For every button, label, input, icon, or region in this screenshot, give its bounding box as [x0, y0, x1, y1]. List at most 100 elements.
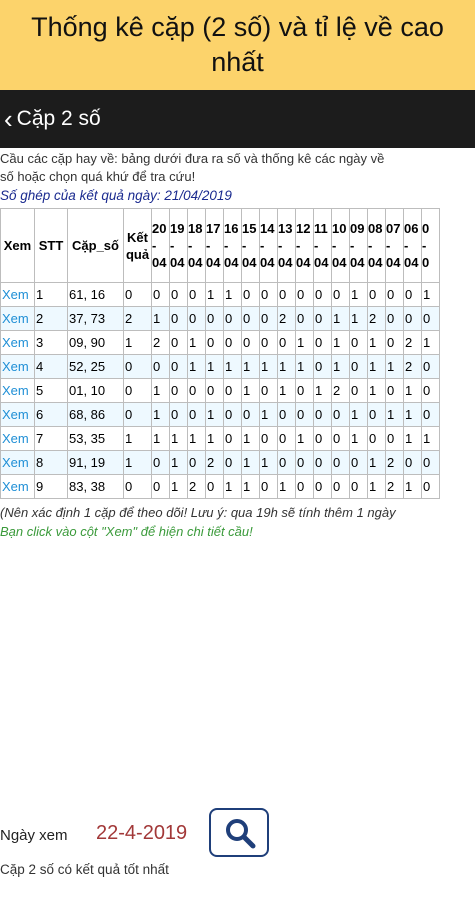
- count-cell: 0: [385, 330, 404, 355]
- count-cell: 0: [385, 426, 404, 451]
- count-cell: 0: [313, 474, 332, 499]
- xem-link[interactable]: Xem: [2, 287, 29, 302]
- xem-link[interactable]: Xem: [2, 479, 29, 494]
- result-cell: 0: [123, 378, 152, 403]
- count-cell: 0: [295, 474, 314, 499]
- count-cell: 1: [169, 450, 188, 475]
- header-date-day: 07: [386, 221, 401, 236]
- count-cell: 1: [349, 306, 368, 331]
- count-cell: 0: [295, 282, 314, 307]
- header-date-mon: 04: [296, 255, 311, 270]
- header-date: 19 - 04: [169, 208, 188, 283]
- count-cell: 1: [367, 330, 386, 355]
- count-cell: 0: [187, 450, 206, 475]
- count-cell: 0: [349, 474, 368, 499]
- count-cell: 1: [169, 474, 188, 499]
- count-cell: 0: [187, 282, 206, 307]
- count-cell: 1: [295, 330, 314, 355]
- count-cell: 0: [421, 402, 440, 427]
- xem-cell: Xem: [0, 330, 35, 355]
- search-button[interactable]: [209, 808, 269, 857]
- count-cell: 0: [403, 306, 422, 331]
- xem-cell: Xem: [0, 474, 35, 499]
- count-cell: 0: [313, 330, 332, 355]
- header-date: 16 - 04: [223, 208, 242, 283]
- header-date: 06 - 04: [403, 208, 422, 283]
- header-date-mon: 04: [314, 255, 329, 270]
- count-cell: 1: [277, 354, 296, 379]
- xem-cell: Xem: [0, 402, 35, 427]
- xem-link[interactable]: Xem: [2, 407, 29, 422]
- count-cell: 1: [385, 402, 404, 427]
- stt-cell: 6: [34, 402, 68, 427]
- count-cell: 1: [241, 378, 260, 403]
- count-cell: 0: [151, 282, 170, 307]
- pair-cell: 83, 38: [67, 474, 124, 499]
- header-date-mon: 04: [242, 255, 257, 270]
- header-date: 10 - 04: [331, 208, 350, 283]
- count-cell: 0: [313, 450, 332, 475]
- header-date: 17 - 04: [205, 208, 224, 283]
- count-cell: 0: [385, 378, 404, 403]
- count-cell: 1: [295, 354, 314, 379]
- count-cell: 0: [259, 330, 278, 355]
- count-cell: 1: [403, 378, 422, 403]
- table-row: Xem 2 37, 73 2 1 0 0 0 0 0 0 2 0 0 1 1 2 0 0 0: [0, 306, 440, 331]
- xem-link[interactable]: Xem: [2, 311, 29, 326]
- header-date-day: 20: [152, 221, 167, 236]
- header-date-day: 08: [368, 221, 383, 236]
- count-cell: 0: [295, 402, 314, 427]
- header-date-mon: 04: [188, 255, 203, 270]
- count-cell: 1: [349, 282, 368, 307]
- pair-stats-table: Xem STT Cặp_số Kết quả 20-04 19-04 18-04 17…: [0, 208, 440, 499]
- header-date-day: 15: [242, 221, 257, 236]
- header-date-sep: -: [368, 238, 373, 253]
- stt-cell: 2: [34, 306, 68, 331]
- header-date-mon: 04: [386, 255, 401, 270]
- count-cell: 0: [205, 306, 224, 331]
- count-cell: 0: [205, 378, 224, 403]
- header-date: 13 - 04: [277, 208, 296, 283]
- count-cell: 2: [403, 354, 422, 379]
- count-cell: 1: [187, 330, 206, 355]
- count-cell: 1: [277, 378, 296, 403]
- header-date-day: 10: [332, 221, 347, 236]
- xem-link[interactable]: Xem: [2, 335, 29, 350]
- xem-link[interactable]: Xem: [2, 431, 29, 446]
- xem-link[interactable]: Xem: [2, 455, 29, 470]
- count-cell: 1: [223, 474, 242, 499]
- table-row: Xem 4 52, 25 0 0 0 1 1 1 1 1 1 1 0 1 0 1 1 2 0: [0, 354, 440, 379]
- page-title: Thống kê cặp (2 số) và tỉ lệ về cao nhất: [31, 12, 444, 77]
- count-cell: 0: [277, 450, 296, 475]
- count-cell: 1: [223, 282, 242, 307]
- header-date: 11 - 04: [313, 208, 332, 283]
- xem-link[interactable]: Xem: [2, 359, 29, 374]
- count-cell: 0: [223, 450, 242, 475]
- count-cell: 0: [295, 450, 314, 475]
- count-cell: 1: [367, 474, 386, 499]
- chevron-left-icon[interactable]: ‹: [4, 104, 13, 135]
- header-date-sep: -: [188, 238, 193, 253]
- header-date-sep: -: [332, 238, 337, 253]
- count-cell: 0: [259, 426, 278, 451]
- count-cell: 0: [277, 330, 296, 355]
- header-date-sep: -: [170, 238, 175, 253]
- header-date-sep: -: [404, 238, 409, 253]
- date-label: Ngày xem: [0, 827, 68, 844]
- count-cell: 2: [385, 474, 404, 499]
- table-header-row: Xem STT Cặp_số Kết quả 20-04 19-04 18-04 17…: [0, 208, 440, 283]
- stt-cell: 1: [34, 282, 68, 307]
- xem-link[interactable]: Xem: [2, 383, 29, 398]
- table-row: Xem 1 61, 16 0 0 0 0 1 1 0 0 0 0 0 0 1 0 0 0 1: [0, 282, 440, 307]
- result-cell: 0: [123, 282, 152, 307]
- header-date-mon: 04: [206, 255, 221, 270]
- result-cell: 2: [123, 306, 152, 331]
- date-picker[interactable]: 22-4-2019: [96, 822, 187, 845]
- content-area[interactable]: Cầu các cặp hay về: bảng dưới đưa ra số …: [0, 150, 475, 805]
- header-date-day: 06: [404, 221, 419, 236]
- count-cell: 0: [187, 402, 206, 427]
- count-cell: 1: [259, 354, 278, 379]
- count-cell: 0: [223, 330, 242, 355]
- header-date: 15 - 04: [241, 208, 260, 283]
- count-cell: 0: [313, 306, 332, 331]
